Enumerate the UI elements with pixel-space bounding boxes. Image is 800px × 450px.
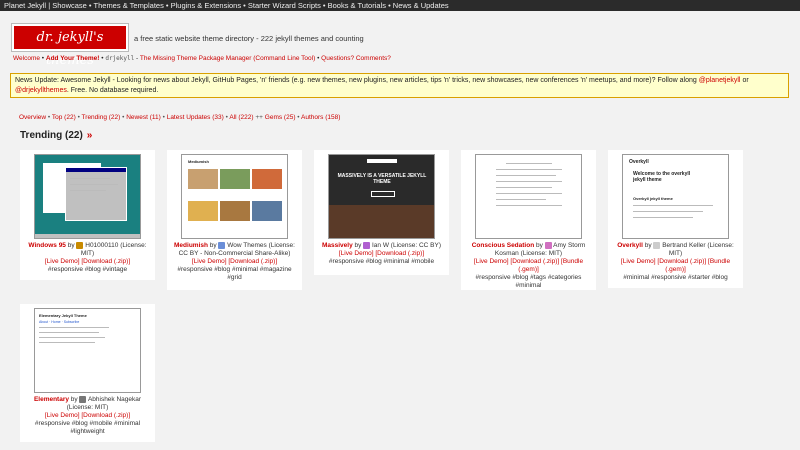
- nav-newest[interactable]: Newest (11): [126, 114, 161, 121]
- tags: #responsive #blog #vintage: [47, 266, 128, 274]
- nav-all[interactable]: All (222): [229, 114, 253, 121]
- add-theme-link[interactable]: Add Your Theme!: [46, 55, 100, 62]
- theme-title[interactable]: Windows 95: [28, 242, 66, 249]
- thumb-subheading: Overkyll jekyll theme: [633, 196, 673, 201]
- tags: #minimal #responsive #starter #blog: [623, 274, 728, 282]
- theme-card: Windows 95 by H01000110 (License: MIT) […: [20, 150, 155, 280]
- theme-card: Conscious Sedation by Amy Storm Kosman (…: [461, 150, 596, 290]
- more-arrow-link[interactable]: »: [87, 130, 93, 141]
- avatar: [544, 242, 552, 249]
- avatar: [218, 242, 226, 249]
- welcome-link[interactable]: Welcome: [13, 55, 40, 62]
- theme-title[interactable]: Elementary: [34, 396, 69, 403]
- thumb-links: About · Home · Subscribe: [39, 320, 80, 324]
- questions-link[interactable]: Questions? Comments?: [321, 55, 391, 62]
- news-update-box: News Update: Awesome Jekyll - Looking fo…: [10, 73, 789, 98]
- thumb-hero-text: MASSIVELY IS A VERSATILE JEKYLL THEME: [337, 173, 427, 185]
- tags: #responsive #blog #minimal #mobile: [328, 258, 435, 266]
- download-link[interactable]: [Download (.zip)]: [657, 258, 706, 265]
- thumb-heading: Welcome to the overkyll jekyll theme: [633, 171, 691, 183]
- theme-title[interactable]: Massively: [322, 242, 353, 249]
- author-name: Ian W: [372, 242, 389, 250]
- avatar: [76, 242, 84, 249]
- theme-card: Elementary Jekyll Theme About · Home · S…: [20, 304, 155, 442]
- license: (License: CC BY): [390, 242, 442, 250]
- download-link[interactable]: [Download (.zip)]: [375, 250, 424, 257]
- thumb-brand: Mediumish: [188, 159, 209, 164]
- by-label: by: [644, 242, 652, 250]
- live-demo-link[interactable]: [Live Demo]: [45, 412, 80, 419]
- news-tail: . Free. No database required.: [66, 87, 159, 94]
- topnav-books[interactable]: Books & Tutorials: [328, 1, 386, 10]
- cli-link[interactable]: The Missing Theme Package Manager (Comma…: [140, 55, 315, 62]
- topnav-showcase[interactable]: Showcase: [52, 1, 87, 10]
- theme-card: Overkyll Welcome to the overkyll jekyll …: [608, 150, 743, 288]
- nav-overview[interactable]: Overview: [19, 114, 46, 121]
- download-link[interactable]: [Download (.zip)]: [510, 258, 559, 265]
- nav-trending[interactable]: Trending (22): [82, 114, 121, 121]
- page-title: Trending (22) »: [20, 130, 92, 141]
- live-demo-link[interactable]: [Live Demo]: [474, 258, 509, 265]
- avatar: [653, 242, 661, 249]
- news-or: or: [742, 77, 749, 84]
- page-title-text: Trending (22): [20, 130, 83, 141]
- theme-thumbnail[interactable]: Overkyll Welcome to the overkyll jekyll …: [622, 154, 729, 239]
- thumb-brand: Overkyll: [629, 159, 649, 165]
- cli-command: drjekyll: [105, 55, 135, 62]
- theme-thumbnail[interactable]: [34, 154, 141, 239]
- site-tagline: a free static website theme directory - …: [134, 34, 364, 43]
- author-name: Abhishek Nagekar: [87, 396, 142, 404]
- planetjekyll-link[interactable]: @planetjekyll: [699, 77, 741, 84]
- theme-thumbnail[interactable]: MASSIVELY IS A VERSATILE JEKYLL THEME: [328, 154, 435, 239]
- theme-title[interactable]: Conscious Sedation: [472, 242, 534, 249]
- live-demo-link[interactable]: [Live Demo]: [45, 258, 80, 265]
- nav-top[interactable]: Top (22): [52, 114, 76, 121]
- topnav-themes[interactable]: Themes & Templates: [94, 1, 164, 10]
- site-logo[interactable]: dr. jekyll's themes: [11, 23, 129, 68]
- author-name: Bertrand Keller: [662, 242, 706, 250]
- topnav-news[interactable]: News & Updates: [393, 1, 449, 10]
- section-nav: Overview • Top (22) • Trending (22) • Ne…: [19, 114, 341, 121]
- nav-gems-sep: ++: [255, 114, 263, 121]
- download-link[interactable]: [Download (.zip)]: [81, 258, 130, 265]
- nav-authors[interactable]: Authors (158): [301, 114, 340, 121]
- topnav-planet-jekyll[interactable]: Planet Jekyll: [4, 1, 46, 10]
- live-demo-link[interactable]: [Live Demo]: [621, 258, 656, 265]
- avatar: [79, 396, 87, 403]
- theme-card: Mediumish Mediumish by Wow Themes (Licen…: [167, 150, 302, 290]
- tags: #responsive #blog #tags #categories #min…: [475, 274, 582, 290]
- welcome-bar: Welcome • Add Your Theme! • drjekyll - T…: [13, 55, 391, 62]
- by-label: by: [536, 242, 543, 250]
- news-text: News Update: Awesome Jekyll - Looking fo…: [15, 77, 697, 84]
- download-link[interactable]: [Download (.zip)]: [228, 258, 277, 265]
- license: (License: MIT): [66, 404, 109, 412]
- license: (License: MIT): [520, 250, 563, 258]
- nav-latest[interactable]: Latest Updates (33): [167, 114, 224, 121]
- by-label: by: [67, 242, 75, 250]
- live-demo-link[interactable]: [Live Demo]: [339, 250, 374, 257]
- tags: #responsive #blog #minimal #magazine #gr…: [177, 266, 292, 282]
- theme-thumbnail[interactable]: Elementary Jekyll Theme About · Home · S…: [34, 308, 141, 393]
- theme-card: MASSIVELY IS A VERSATILE JEKYLL THEME Ma…: [314, 150, 449, 275]
- by-label: by: [354, 242, 362, 250]
- topnav-starter[interactable]: Starter Wizard Scripts: [248, 1, 321, 10]
- by-label: by: [209, 242, 217, 250]
- by-label: by: [70, 396, 78, 404]
- drjekyllthemes-link[interactable]: @drjekyllthemes: [15, 87, 67, 94]
- download-link[interactable]: [Download (.zip)]: [81, 412, 130, 419]
- tags: #responsive #blog #mobile #minimal #ligh…: [34, 420, 141, 436]
- author-name: Wow Themes: [227, 242, 267, 250]
- avatar: [363, 242, 371, 249]
- theme-title[interactable]: Overkyll: [617, 242, 643, 249]
- topnav-plugins[interactable]: Plugins & Extensions: [171, 1, 241, 10]
- author-name: H01000110: [85, 242, 119, 250]
- nav-gems[interactable]: Gems (25): [265, 114, 296, 121]
- theme-thumbnail[interactable]: Mediumish: [181, 154, 288, 239]
- add-theme-label: Add Your Theme!: [45, 55, 100, 62]
- live-demo-link[interactable]: [Live Demo]: [192, 258, 227, 265]
- top-nav-bar: Planet Jekyll | Showcase • Themes & Temp…: [0, 0, 800, 11]
- theme-thumbnail[interactable]: [475, 154, 582, 239]
- theme-title[interactable]: Mediumish: [174, 242, 208, 249]
